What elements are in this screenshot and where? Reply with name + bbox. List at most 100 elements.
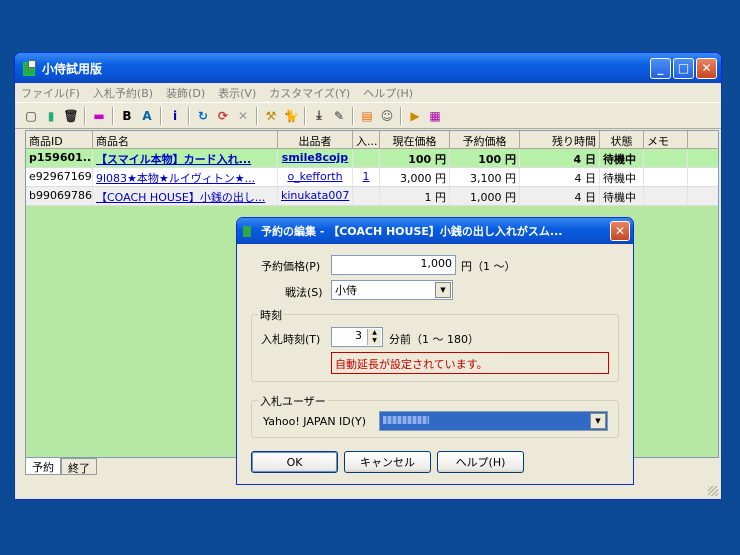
hammer-icon[interactable]: ⚒	[261, 106, 281, 126]
tab-reserve[interactable]: 予約	[25, 458, 61, 475]
col-memo[interactable]: メモ	[644, 131, 688, 148]
menu-file[interactable]: ファイル(F)	[21, 85, 80, 101]
spinner-arrows-icon[interactable]: ▲ ▼	[367, 329, 381, 345]
col-status[interactable]: 状態	[600, 131, 644, 148]
highlight-icon[interactable]: ▬	[89, 106, 109, 126]
cell-status: 待機中	[600, 168, 644, 186]
col-name[interactable]: 商品名	[93, 131, 278, 148]
minimize-button[interactable]: _	[650, 57, 671, 79]
cell-name[interactable]: 【スマイル本物】カード入れ...	[93, 149, 278, 167]
table-row[interactable]: e92967169 9l083★本物★ルイヴィトン★... o_kefforth…	[26, 168, 718, 187]
bidtime-unit: 分前（1 ～ 180）	[389, 333, 479, 346]
col-current[interactable]: 現在価格	[380, 131, 450, 148]
robot-icon[interactable]: ☺	[377, 106, 397, 126]
bidtime-spinner[interactable]: 3 ▲ ▼	[331, 327, 383, 347]
col-bids[interactable]: 入...	[353, 131, 380, 148]
cell-bids[interactable]	[353, 149, 380, 167]
table-row[interactable]: b99069786 【COACH HOUSE】小銭の出し... kinukata…	[26, 187, 718, 206]
trash-icon[interactable]: 🗑	[61, 106, 81, 126]
cell-bids[interactable]	[353, 187, 380, 205]
refresh-icon[interactable]: ↻	[193, 106, 213, 126]
bidtime-label: 入札時刻(T)	[261, 333, 321, 346]
cell-reserve: 1,000 円	[450, 187, 520, 205]
download-icon[interactable]: ⤓	[309, 106, 329, 126]
cell-bids[interactable]: 1	[353, 168, 380, 186]
edit-icon[interactable]: ✎	[329, 106, 349, 126]
yahoo-id-select[interactable]: ▼	[379, 411, 608, 431]
window-title: 小侍試用版	[42, 61, 103, 76]
price-label: 予約価格(P)	[261, 260, 321, 273]
cell-id: p159601...	[26, 149, 93, 167]
close-button[interactable]: ✕	[696, 57, 717, 79]
table-row[interactable]: p159601... 【スマイル本物】カード入れ... smile8cojp 1…	[26, 149, 718, 168]
col-remaining[interactable]: 残り時間	[520, 131, 600, 148]
tactic-label: 戦法(S)	[285, 286, 323, 299]
stack-icon[interactable]: ▤	[357, 106, 377, 126]
auto-extend-warning: 自動延長が設定されています。	[331, 352, 609, 374]
cell-memo	[644, 168, 688, 186]
bold-icon[interactable]: B	[117, 106, 137, 126]
yahoo-id-label: Yahoo! JAPAN ID(Y)	[263, 415, 367, 428]
cell-remaining: 4 日	[520, 149, 600, 167]
cancel-icon[interactable]: ✕	[233, 106, 253, 126]
play-icon[interactable]: ▶	[405, 106, 425, 126]
col-id[interactable]: 商品ID	[26, 131, 93, 148]
color-icon[interactable]: A	[137, 106, 157, 126]
ok-button[interactable]: OK	[251, 451, 338, 473]
cancel-button[interactable]: キャンセル	[344, 451, 431, 473]
time-group-label: 時刻	[258, 307, 284, 323]
dialog-close-button[interactable]: ✕	[610, 221, 630, 241]
chevron-down-icon[interactable]: ▼	[435, 282, 451, 298]
blurred-id	[383, 416, 429, 424]
bottom-tabs: 予約 終了	[25, 458, 97, 475]
new-icon[interactable]: ▢	[21, 106, 41, 126]
app-icon	[21, 60, 37, 76]
dialog-title-bar[interactable]: 予約の編集 - 【COACH HOUSE】小銭の出し入れがスム... ✕	[237, 218, 633, 244]
maximize-button[interactable]: □	[673, 57, 694, 79]
cell-status: 待機中	[600, 187, 644, 205]
cell-current: 3,000 円	[380, 168, 450, 186]
cell-status: 待機中	[600, 149, 644, 167]
cell-name[interactable]: 【COACH HOUSE】小銭の出し...	[93, 187, 278, 205]
info-icon[interactable]: i	[165, 106, 185, 126]
list-header: 商品ID 商品名 出品者 入... 現在価格 予約価格 残り時間 状態 メモ	[26, 131, 718, 149]
user-group-label: 入札ユーザー	[258, 393, 328, 409]
cell-memo	[644, 187, 688, 205]
tab-ended[interactable]: 終了	[61, 458, 97, 475]
refresh-all-icon[interactable]: ⟳	[213, 106, 233, 126]
cell-current: 1 円	[380, 187, 450, 205]
resize-grip[interactable]	[708, 486, 718, 496]
price-unit: 円（1 ～）	[461, 260, 516, 273]
dialog-title: 予約の編集 - 【COACH HOUSE】小銭の出し入れがスム...	[261, 225, 563, 238]
cell-remaining: 4 日	[520, 187, 600, 205]
cell-seller[interactable]: o_kefforth	[278, 168, 353, 186]
title-bar[interactable]: 小侍試用版 _ □ ✕	[15, 53, 721, 83]
book-icon[interactable]: ▦	[425, 106, 445, 126]
tactic-select[interactable]: 小侍 ▼	[331, 280, 453, 300]
price-input[interactable]: 1,000	[331, 255, 456, 275]
cell-current: 100 円	[380, 149, 450, 167]
cell-memo	[644, 149, 688, 167]
toolbar: ▢ ▮ 🗑 ▬ B A i ↻ ⟳ ✕ ⚒ 🐈 ⤓ ✎ ▤ ☺ ▶ ▦	[15, 103, 721, 129]
menu-decoration[interactable]: 装飾(D)	[166, 85, 205, 101]
menu-customize[interactable]: カスタマイズ(Y)	[269, 85, 350, 101]
help-button[interactable]: ヘルプ(H)	[437, 451, 524, 473]
import-icon[interactable]: ▮	[41, 106, 61, 126]
menu-help[interactable]: ヘルプ(H)	[363, 85, 413, 101]
chevron-down-icon[interactable]: ▼	[590, 413, 606, 429]
tactic-value: 小侍	[335, 284, 357, 297]
cell-seller[interactable]: smile8cojp	[278, 149, 353, 167]
cell-reserve: 3,100 円	[450, 168, 520, 186]
cell-remaining: 4 日	[520, 168, 600, 186]
cat-icon[interactable]: 🐈	[281, 106, 301, 126]
col-reserve[interactable]: 予約価格	[450, 131, 520, 148]
edit-reservation-dialog: 予約の編集 - 【COACH HOUSE】小銭の出し入れがスム... ✕ 予約価…	[236, 217, 634, 485]
menu-bid-reserve[interactable]: 入札予約(B)	[93, 85, 153, 101]
menu-view[interactable]: 表示(V)	[218, 85, 256, 101]
cell-seller[interactable]: kinukata007	[278, 187, 353, 205]
bidtime-value: 3	[355, 329, 362, 342]
cell-name[interactable]: 9l083★本物★ルイヴィトン★...	[93, 168, 278, 186]
cell-id: b99069786	[26, 187, 93, 205]
cell-reserve: 100 円	[450, 149, 520, 167]
col-seller[interactable]: 出品者	[278, 131, 353, 148]
